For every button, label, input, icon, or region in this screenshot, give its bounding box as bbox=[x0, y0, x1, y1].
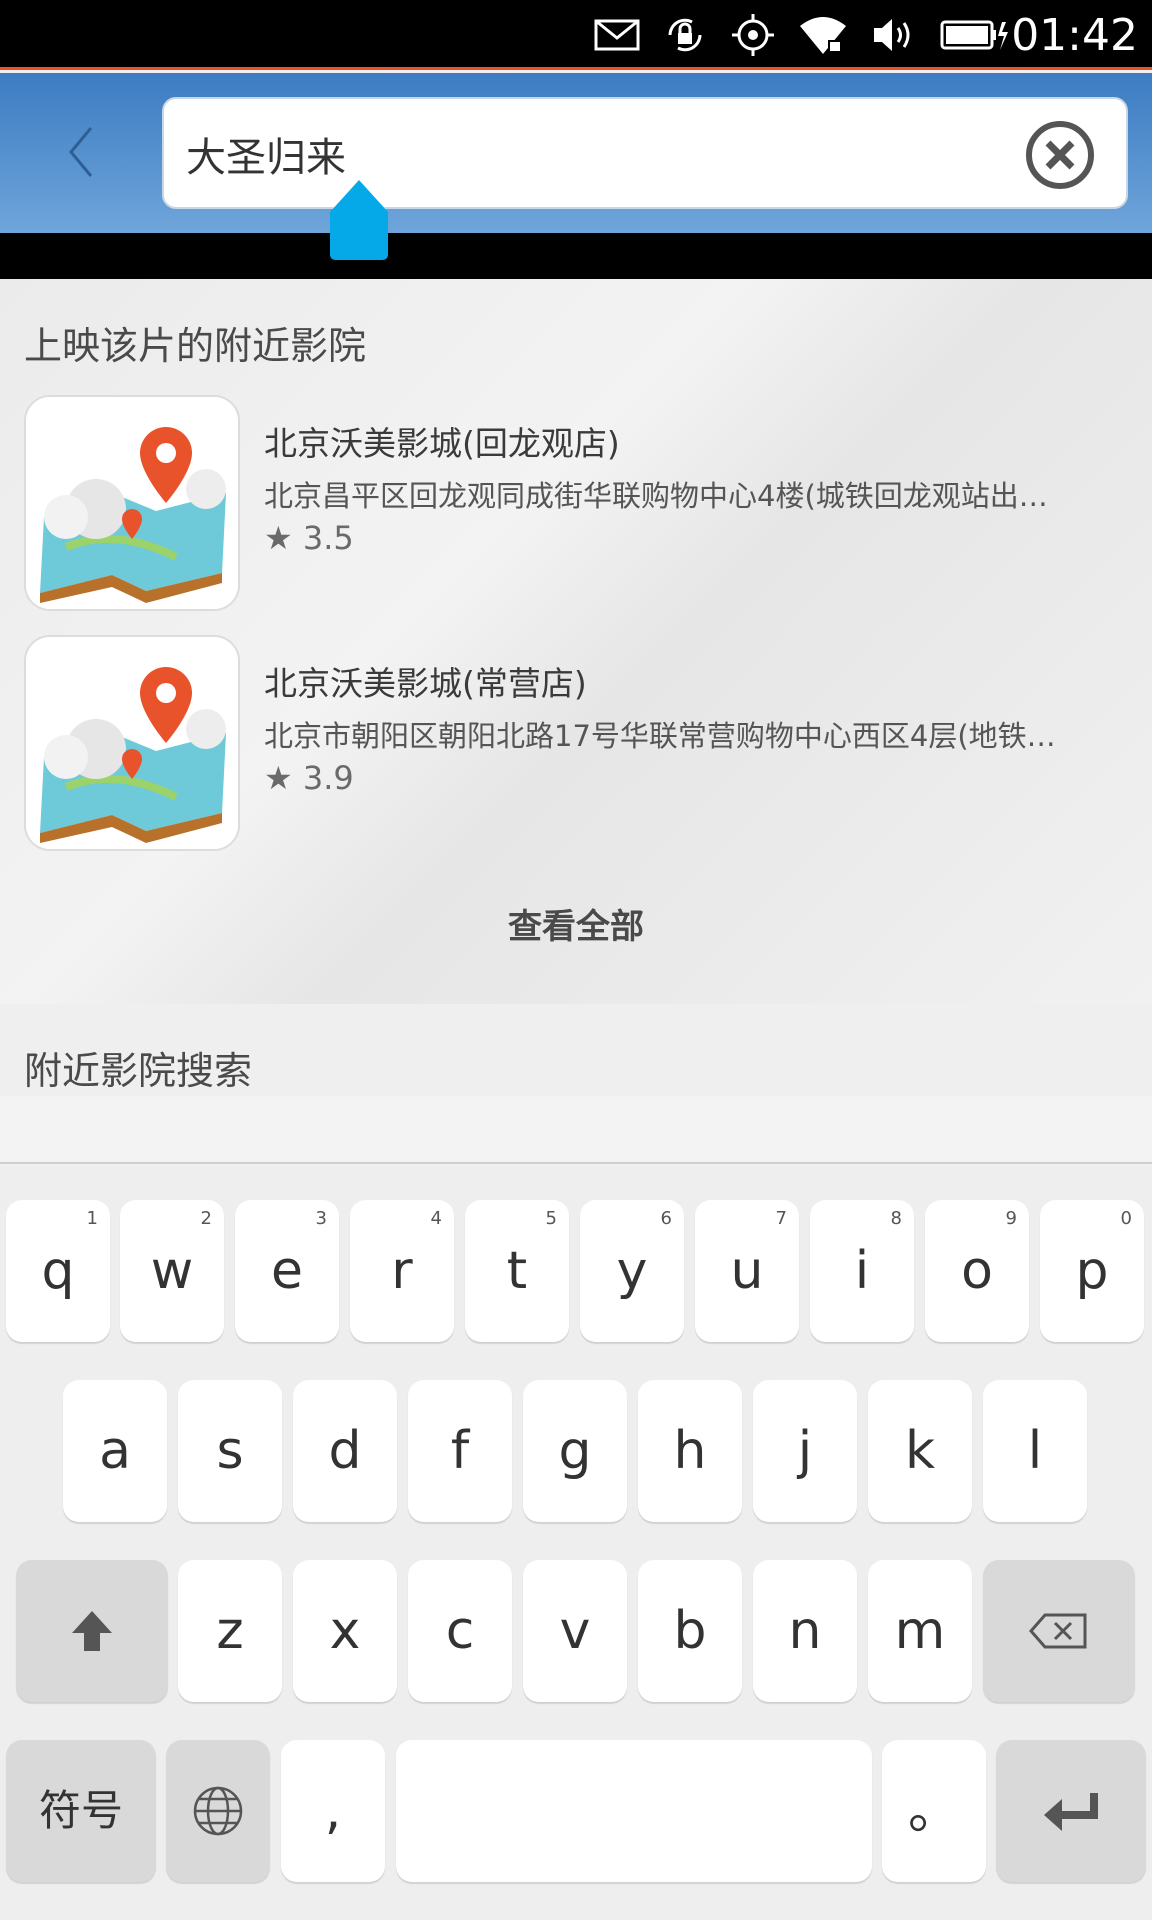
search-box bbox=[162, 97, 1128, 209]
enter-icon bbox=[1044, 1793, 1098, 1831]
mail-icon bbox=[594, 14, 640, 56]
globe-icon bbox=[193, 1786, 243, 1836]
clear-search-button[interactable] bbox=[1024, 119, 1096, 191]
section-title: 附近影院搜索 bbox=[24, 1049, 253, 1093]
wifi-icon bbox=[798, 14, 848, 56]
volume-icon bbox=[870, 14, 916, 56]
key-l[interactable]: l bbox=[983, 1380, 1087, 1522]
key-h[interactable]: h bbox=[638, 1380, 742, 1522]
key-d[interactable]: d bbox=[293, 1380, 397, 1522]
cinema-name: 北京沃美影城(常营店) bbox=[264, 664, 587, 703]
search-input[interactable] bbox=[186, 119, 1006, 189]
backspace-icon bbox=[1029, 1613, 1087, 1649]
key-n[interactable]: n bbox=[753, 1560, 857, 1702]
key-s[interactable]: s bbox=[178, 1380, 282, 1522]
header-divider bbox=[0, 233, 1152, 279]
space-key[interactable] bbox=[396, 1740, 872, 1882]
key-q[interactable]: 1q bbox=[6, 1200, 110, 1342]
list-item[interactable]: 北京沃美影城(常营店) 北京市朝阳区朝阳北路17号华联常营购物中心西区4层(地铁… bbox=[0, 635, 1152, 855]
location-icon bbox=[730, 14, 776, 56]
period-key[interactable]: 。 bbox=[882, 1740, 986, 1882]
key-c[interactable]: c bbox=[408, 1560, 512, 1702]
view-all-button[interactable]: 查看全部 bbox=[0, 899, 1152, 948]
rotation-lock-icon bbox=[662, 14, 708, 56]
key-g[interactable]: g bbox=[523, 1380, 627, 1522]
comma-key[interactable]: , bbox=[281, 1740, 385, 1882]
language-key[interactable] bbox=[166, 1740, 270, 1882]
status-bar: 01:42 bbox=[0, 0, 1152, 70]
map-pin-icon bbox=[24, 635, 240, 851]
key-j[interactable]: j bbox=[753, 1380, 857, 1522]
map-pin-icon bbox=[24, 395, 240, 611]
shift-key[interactable] bbox=[16, 1560, 168, 1702]
back-button[interactable] bbox=[60, 122, 100, 182]
key-t[interactable]: 5t bbox=[465, 1200, 569, 1342]
key-k[interactable]: k bbox=[868, 1380, 972, 1522]
key-o[interactable]: 9o bbox=[925, 1200, 1029, 1342]
cinema-address: 北京市朝阳区朝阳北路17号华联常营购物中心西区4层(地铁… bbox=[264, 719, 1056, 753]
cinema-address: 北京昌平区回龙观同成街华联购物中心4楼(城铁回龙观站出… bbox=[264, 479, 1048, 513]
cinema-rating: ★ 3.5 bbox=[264, 519, 354, 557]
key-b[interactable]: b bbox=[638, 1560, 742, 1702]
key-p[interactable]: 0p bbox=[1040, 1200, 1144, 1342]
symbols-key[interactable]: 符号 bbox=[6, 1740, 156, 1882]
key-x[interactable]: x bbox=[293, 1560, 397, 1702]
nearby-cinemas-section: 上映该片的附近影院 北京沃美影城(回龙观店) 北京昌平区回龙观同成街华联购物中心… bbox=[0, 279, 1152, 1004]
key-f[interactable]: f bbox=[408, 1380, 512, 1522]
key-m[interactable]: m bbox=[868, 1560, 972, 1702]
battery-charging-icon bbox=[940, 14, 1010, 56]
clear-circle-icon bbox=[1026, 121, 1094, 189]
cinema-rating: ★ 3.9 bbox=[264, 759, 354, 797]
on-screen-keyboard: 1q 2w 3e 4r 5t 6y 7u 8i 9o 0p a s d f g … bbox=[0, 1166, 1152, 1920]
text-cursor-handle[interactable] bbox=[328, 178, 390, 262]
key-y[interactable]: 6y bbox=[580, 1200, 684, 1342]
key-w[interactable]: 2w bbox=[120, 1200, 224, 1342]
nearby-search-section: 附近影院搜索 bbox=[0, 1004, 1152, 1164]
key-z[interactable]: z bbox=[178, 1560, 282, 1702]
key-a[interactable]: a bbox=[63, 1380, 167, 1522]
cinema-name: 北京沃美影城(回龙观店) bbox=[264, 424, 620, 463]
key-v[interactable]: v bbox=[523, 1560, 627, 1702]
enter-key[interactable] bbox=[996, 1740, 1146, 1882]
list-item[interactable]: 北京沃美影城(回龙观店) 北京昌平区回龙观同成街华联购物中心4楼(城铁回龙观站出… bbox=[0, 395, 1152, 615]
key-e[interactable]: 3e bbox=[235, 1200, 339, 1342]
key-u[interactable]: 7u bbox=[695, 1200, 799, 1342]
clock-time: 01:42 bbox=[1011, 10, 1138, 61]
backspace-key[interactable] bbox=[983, 1560, 1135, 1702]
chevron-left-icon bbox=[69, 127, 93, 177]
key-i[interactable]: 8i bbox=[810, 1200, 914, 1342]
nearby-search-results bbox=[0, 1096, 1152, 1164]
key-r[interactable]: 4r bbox=[350, 1200, 454, 1342]
shift-icon bbox=[72, 1611, 112, 1651]
section-title: 上映该片的附近影院 bbox=[24, 324, 367, 368]
